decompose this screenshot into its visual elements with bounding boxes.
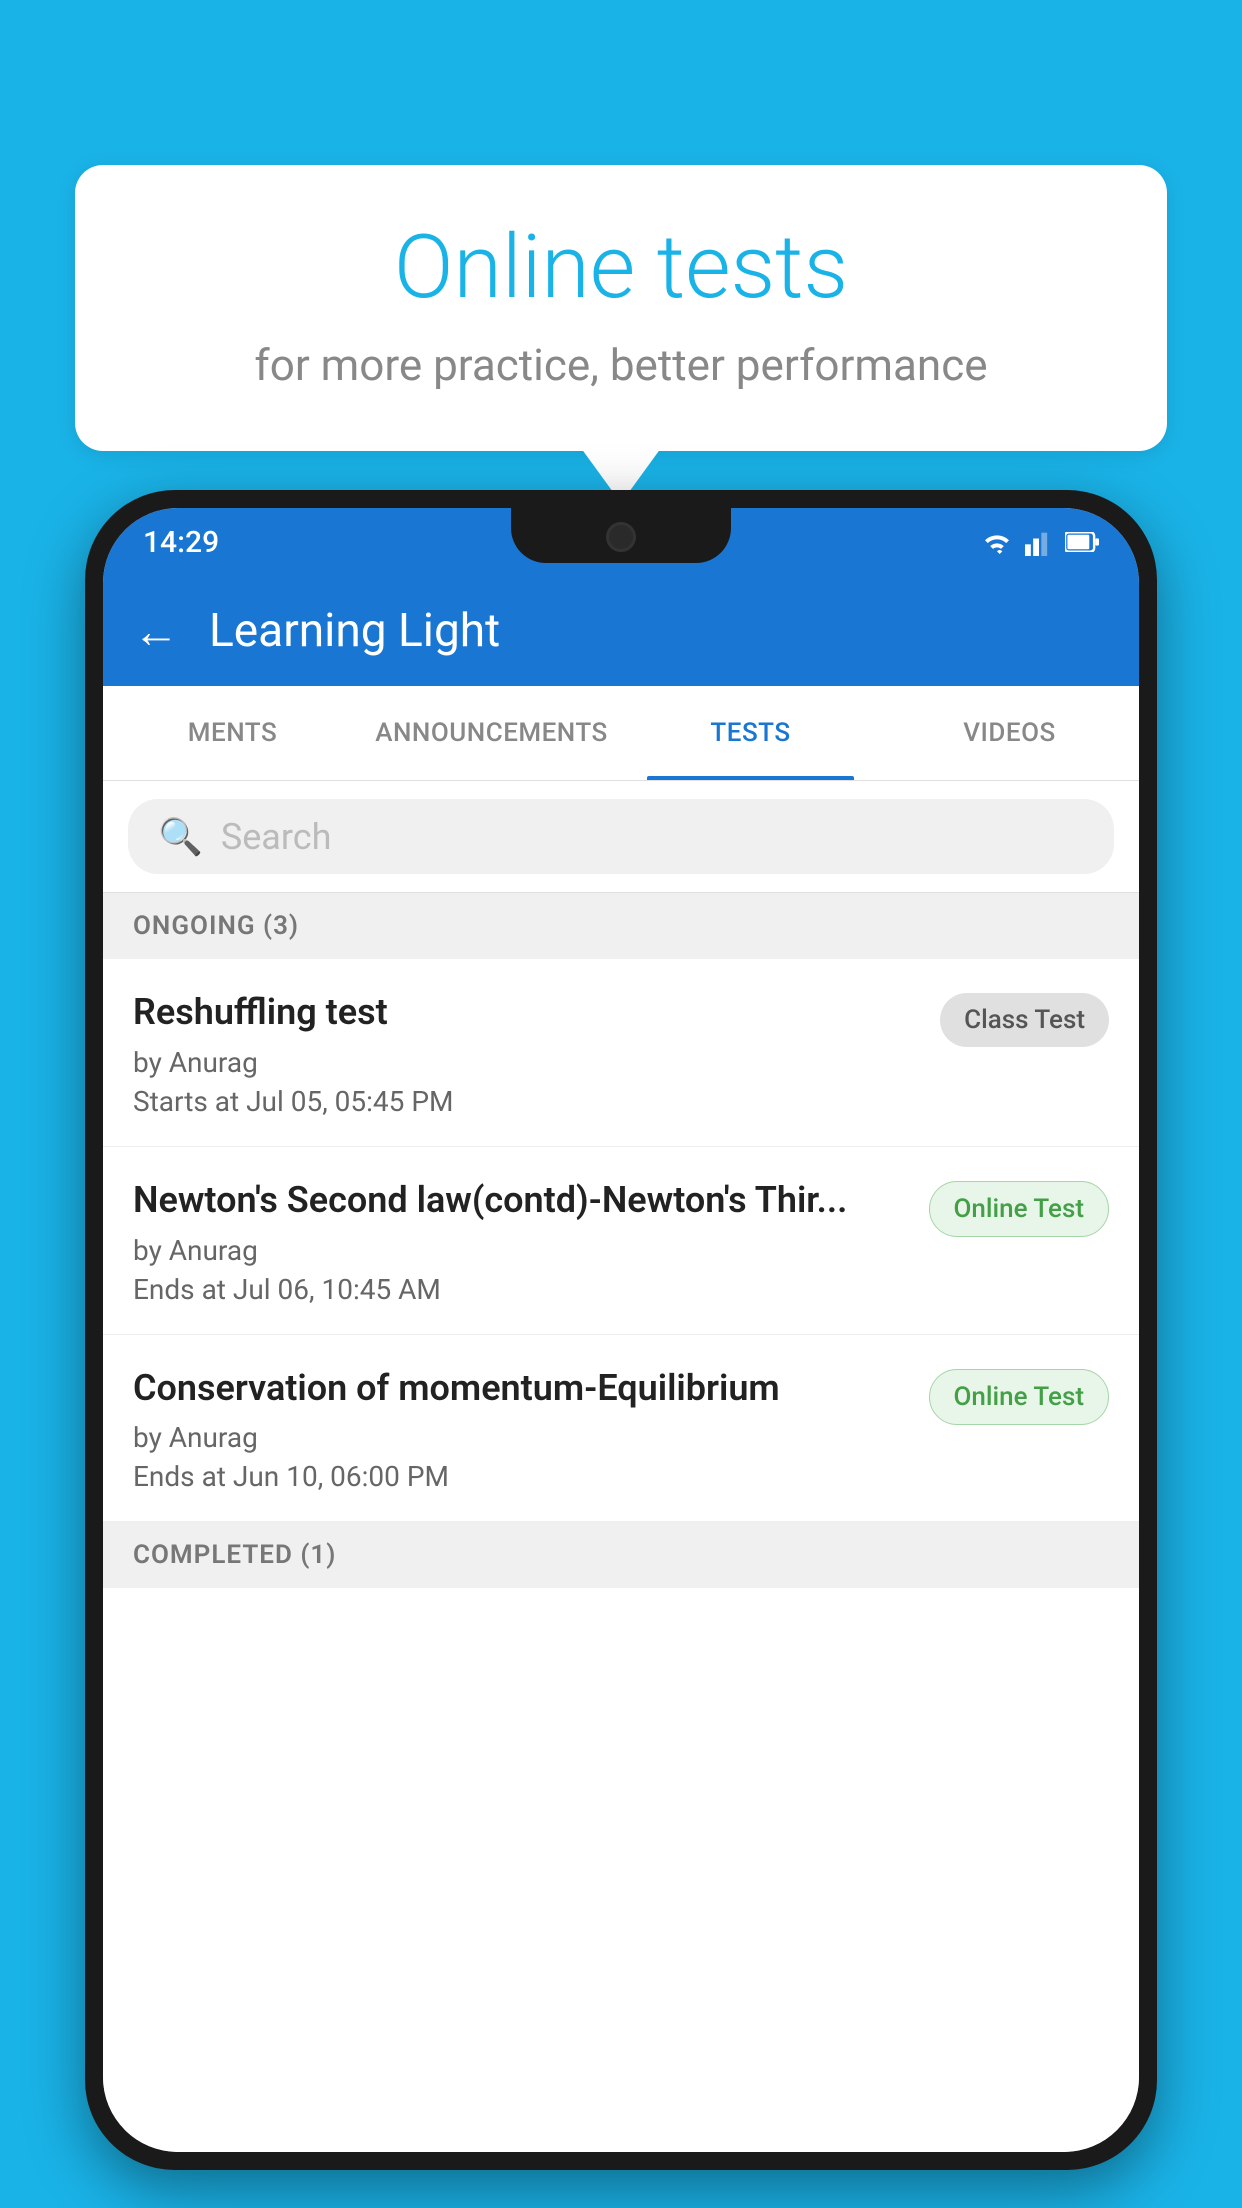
test-name-2: Newton's Second law(contd)-Newton's Thir… — [133, 1177, 909, 1224]
test-info-1: Reshuffling test by Anurag Starts at Jul… — [133, 989, 920, 1118]
app-title: Learning Light — [209, 604, 500, 658]
status-time: 14:29 — [143, 525, 219, 560]
search-box[interactable]: 🔍 Search — [128, 799, 1114, 874]
bubble-subtitle: for more practice, better performance — [135, 339, 1107, 391]
section-ongoing-header: ONGOING (3) — [103, 893, 1139, 959]
test-name-1: Reshuffling test — [133, 989, 920, 1036]
section-completed-header: COMPLETED (1) — [103, 1522, 1139, 1588]
bubble-title: Online tests — [135, 220, 1107, 317]
tab-videos[interactable]: VIDEOS — [880, 686, 1139, 780]
phone-screen: 14:29 — [103, 508, 1139, 2152]
phone-frame: 14:29 — [85, 490, 1157, 2170]
tabs-bar: MENTS ANNOUNCEMENTS TESTS VIDEOS — [103, 686, 1139, 781]
search-container: 🔍 Search — [103, 781, 1139, 893]
speech-bubble: Online tests for more practice, better p… — [75, 165, 1167, 451]
test-author-1: by Anurag — [133, 1046, 920, 1079]
search-icon: 🔍 — [158, 816, 203, 858]
phone-camera — [606, 522, 636, 552]
battery-icon — [1065, 532, 1099, 552]
wifi-icon — [981, 528, 1013, 556]
back-button[interactable]: ← — [133, 604, 179, 659]
test-item-1[interactable]: Reshuffling test by Anurag Starts at Jul… — [103, 959, 1139, 1147]
test-time-1: Starts at Jul 05, 05:45 PM — [133, 1085, 920, 1118]
signal-icon — [1025, 528, 1053, 556]
phone-notch — [511, 508, 731, 563]
status-icons — [981, 528, 1099, 556]
test-item-3[interactable]: Conservation of momentum-Equilibrium by … — [103, 1335, 1139, 1523]
test-time-3: Ends at Jun 10, 06:00 PM — [133, 1460, 909, 1493]
tab-ments[interactable]: MENTS — [103, 686, 362, 780]
test-badge-2: Online Test — [929, 1181, 1110, 1237]
test-author-2: by Anurag — [133, 1234, 909, 1267]
phone-container: 14:29 — [85, 490, 1157, 2208]
test-author-3: by Anurag — [133, 1421, 909, 1454]
test-item-2[interactable]: Newton's Second law(contd)-Newton's Thir… — [103, 1147, 1139, 1335]
test-list: Reshuffling test by Anurag Starts at Jul… — [103, 959, 1139, 2152]
search-placeholder: Search — [221, 816, 332, 858]
test-time-2: Ends at Jul 06, 10:45 AM — [133, 1273, 909, 1306]
test-name-3: Conservation of momentum-Equilibrium — [133, 1365, 909, 1412]
test-badge-3: Online Test — [929, 1369, 1110, 1425]
test-info-2: Newton's Second law(contd)-Newton's Thir… — [133, 1177, 909, 1306]
app-bar: ← Learning Light — [103, 576, 1139, 686]
tab-announcements[interactable]: ANNOUNCEMENTS — [362, 686, 621, 780]
test-info-3: Conservation of momentum-Equilibrium by … — [133, 1365, 909, 1494]
test-badge-1: Class Test — [940, 993, 1109, 1047]
tab-tests[interactable]: TESTS — [621, 686, 880, 780]
